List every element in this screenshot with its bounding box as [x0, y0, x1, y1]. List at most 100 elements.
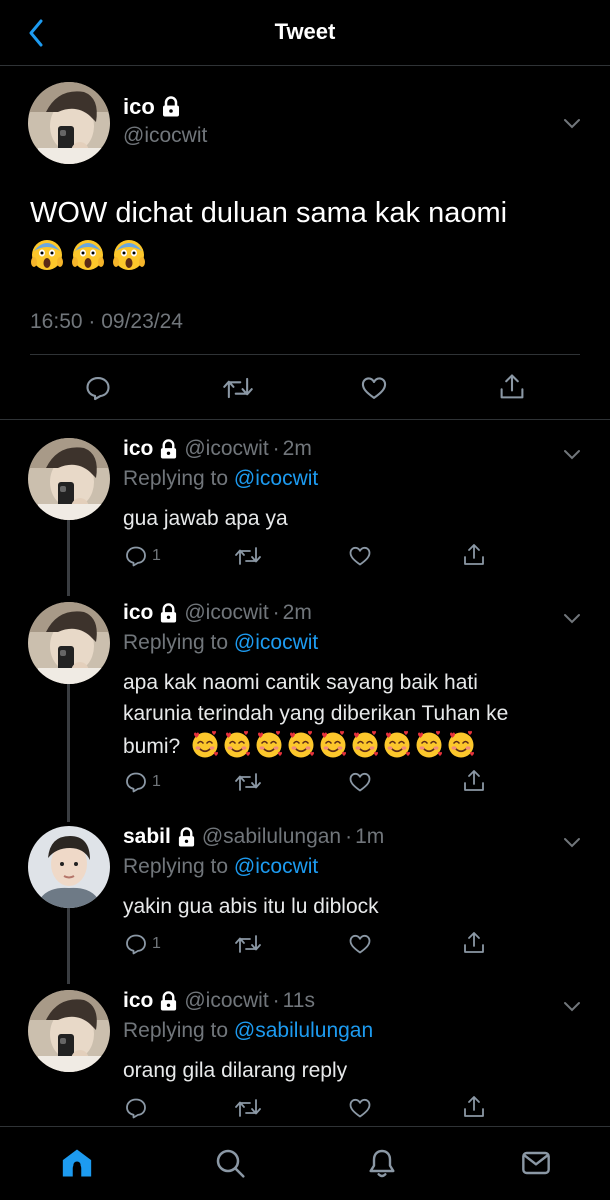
tab-home[interactable] — [57, 1143, 97, 1183]
replying-to-prefix: Replying to — [123, 467, 229, 490]
chevron-down-icon — [564, 119, 580, 129]
share-button[interactable] — [498, 372, 526, 402]
author-name[interactable]: ico — [123, 989, 153, 1013]
replying-to-link[interactable]: @icocwit — [234, 855, 318, 878]
retweet-icon — [235, 773, 261, 791]
reply-icon — [126, 772, 146, 793]
reply-tweet[interactable]: ico @icocwit · 2m Replying to @icocwit a… — [0, 584, 610, 810]
more-options-button[interactable] — [562, 608, 582, 628]
share-button[interactable] — [462, 542, 486, 568]
avatar[interactable] — [28, 826, 110, 908]
dot-separator: · — [272, 601, 280, 624]
bell-icon — [369, 1149, 395, 1178]
more-options-button[interactable] — [562, 113, 582, 133]
scream-emoji-icon — [113, 240, 145, 270]
reply-count: 1 — [152, 773, 161, 790]
tab-search[interactable] — [210, 1143, 250, 1183]
author-name[interactable]: ico — [123, 601, 153, 625]
more-options-button[interactable] — [562, 832, 582, 852]
smiling-hearts-emoji-icon — [384, 730, 411, 758]
reply-actions: 1 — [0, 544, 610, 570]
share-icon — [464, 544, 484, 565]
author-name[interactable]: ico — [123, 437, 153, 461]
reply-icon — [126, 1098, 146, 1119]
share-button[interactable] — [462, 930, 486, 956]
retweet-icon — [235, 935, 261, 953]
heart-icon — [349, 934, 371, 954]
reply-button[interactable] — [84, 374, 112, 402]
chevron-down-icon — [564, 450, 580, 460]
like-button[interactable] — [348, 544, 372, 568]
dot-separator: · — [345, 825, 353, 848]
divider — [30, 354, 580, 355]
heart-icon — [349, 546, 371, 566]
smiling-hearts-emoji-icon — [448, 730, 475, 758]
replying-to-prefix: Replying to — [123, 855, 229, 878]
reply-icon — [126, 546, 146, 567]
tab-messages[interactable] — [516, 1143, 556, 1183]
replying-to: Replying to @icocwit — [123, 855, 318, 879]
author-handle[interactable]: @sabilulungan — [202, 825, 341, 849]
home-icon — [62, 1149, 92, 1177]
replying-to-link[interactable]: @icocwit — [234, 467, 318, 490]
retweet-icon — [235, 547, 261, 565]
avatar[interactable] — [28, 602, 110, 684]
heart-icon — [361, 377, 387, 399]
retweet-icon — [223, 377, 253, 399]
retweet-button[interactable] — [222, 374, 254, 402]
reply-actions: 1 — [0, 770, 610, 796]
retweet-button[interactable] — [234, 932, 262, 956]
dot-separator: · — [272, 989, 280, 1012]
more-options-button[interactable] — [562, 444, 582, 464]
reply-tweet[interactable]: ico @icocwit · 2m Replying to @icocwit g… — [0, 420, 610, 590]
author-name[interactable]: sabil — [123, 825, 171, 849]
retweet-button[interactable] — [234, 544, 262, 568]
avatar[interactable] — [28, 990, 110, 1072]
heart-icon — [349, 1098, 371, 1118]
avatar-photo — [28, 438, 110, 520]
reply-actions — [0, 1096, 610, 1122]
like-button[interactable] — [360, 374, 388, 402]
reply-button[interactable] — [124, 1096, 152, 1120]
author-handle[interactable]: @icocwit — [184, 601, 268, 625]
retweet-button[interactable] — [234, 770, 262, 794]
reply-text-block: apa kak naomi cantik sayang baik hati ka… — [123, 667, 543, 762]
author-handle[interactable]: @icocwit — [123, 124, 207, 148]
replying-to-link[interactable]: @sabilulungan — [234, 1019, 373, 1042]
replying-to: Replying to @icocwit — [123, 631, 318, 655]
reply-time: 11s — [282, 989, 315, 1012]
reply-button[interactable]: 1 — [124, 770, 161, 794]
smiling-hearts-emoji-icon — [288, 730, 315, 758]
reply-time: 2m — [282, 601, 312, 624]
replying-to-link[interactable]: @icocwit — [234, 631, 318, 654]
reply-button[interactable]: 1 — [124, 932, 161, 956]
tweet-text: WOW dichat duluan sama kak naomi — [30, 197, 508, 229]
search-icon — [216, 1149, 245, 1178]
smiling-hearts-emoji-icon — [416, 730, 443, 758]
author-handle[interactable]: @icocwit — [184, 437, 268, 461]
more-options-button[interactable] — [562, 996, 582, 1016]
reply-tweet[interactable]: ico @icocwit · 11s Replying to @sabilulu… — [0, 972, 610, 1126]
share-button[interactable] — [462, 1094, 486, 1120]
reply-icon — [86, 377, 110, 401]
top-bar: Tweet — [0, 0, 610, 66]
reply-button[interactable]: 1 — [124, 544, 161, 568]
avatar-photo — [28, 990, 110, 1072]
avatar-photo — [28, 826, 110, 908]
avatar[interactable] — [28, 438, 110, 520]
like-button[interactable] — [348, 1096, 372, 1120]
chevron-down-icon — [564, 838, 580, 848]
like-button[interactable] — [348, 932, 372, 956]
tweet-emojis — [30, 237, 146, 271]
reply-tweet[interactable]: sabil @sabilulungan · 1m Replying to @ic… — [0, 808, 610, 976]
author-name[interactable]: ico — [123, 94, 155, 120]
share-button[interactable] — [462, 768, 486, 794]
avatar[interactable] — [28, 82, 110, 164]
author-handle[interactable]: @icocwit — [184, 989, 268, 1013]
like-button[interactable] — [348, 770, 372, 794]
reply-time: 2m — [282, 437, 312, 460]
retweet-button[interactable] — [234, 1096, 262, 1120]
tab-notifications[interactable] — [362, 1143, 402, 1183]
replying-to-prefix: Replying to — [123, 1019, 229, 1042]
share-icon — [464, 932, 484, 953]
